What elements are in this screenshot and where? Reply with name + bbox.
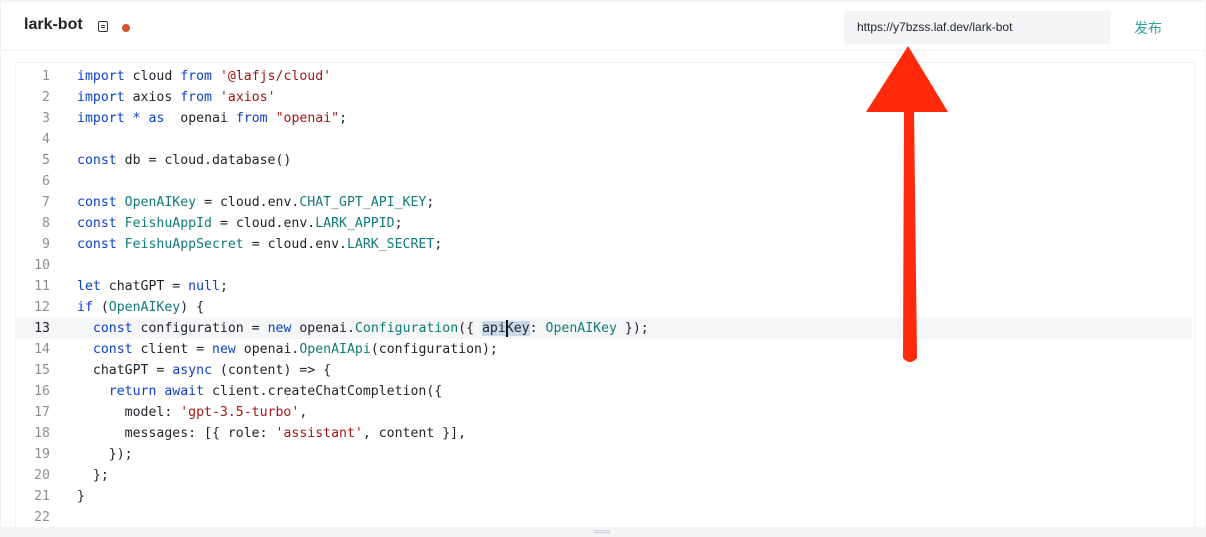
code-lines[interactable]: 1 import cloud from '@lafjs/cloud' 2 import… — [16, 66, 1192, 528]
code-line[interactable]: 7 const OpenAIKey = cloud.env.CHAT_GPT_AP… — [16, 192, 1192, 213]
editor-header: lark-bot https://y7bzss.laf.dev/lark-bot… — [1, 2, 1205, 51]
code-line[interactable]: 5 const db = cloud.database() — [16, 150, 1192, 171]
code-line[interactable]: 22 — [16, 507, 1192, 528]
line-number: 2 — [42, 90, 50, 105]
line-number: 3 — [42, 111, 50, 126]
arrow-head — [866, 46, 948, 112]
line-number: 4 — [42, 132, 50, 147]
line-code[interactable]: import cloud from '@lafjs/cloud' — [77, 66, 331, 87]
line-number: 21 — [34, 489, 50, 504]
code-line[interactable]: 8 const FeishuAppId = cloud.env.LARK_APPI… — [16, 213, 1192, 234]
document-icon[interactable] — [98, 21, 108, 32]
line-number: 8 — [42, 216, 50, 231]
code-line[interactable]: 19 }); — [16, 444, 1192, 465]
unsaved-indicator — [122, 24, 130, 32]
code-line[interactable]: 2 import axios from 'axios' — [16, 87, 1192, 108]
text-cursor — [506, 320, 508, 337]
line-number: 19 — [34, 447, 50, 462]
code-editor[interactable]: 1 import cloud from '@lafjs/cloud' 2 import… — [15, 62, 1195, 534]
resize-grip-icon[interactable] — [594, 530, 610, 533]
line-code[interactable]: let chatGPT = null; — [77, 276, 228, 297]
line-number: 9 — [42, 237, 50, 252]
code-line[interactable]: 15 chatGPT = async (content) => { — [16, 360, 1192, 381]
line-number: 11 — [34, 279, 50, 294]
line-number: 12 — [34, 300, 50, 315]
code-line[interactable]: 12 if (OpenAIKey) { — [16, 297, 1192, 318]
line-code[interactable]: const FeishuAppSecret = cloud.env.LARK_S… — [77, 234, 442, 255]
line-number: 22 — [34, 510, 50, 525]
line-code[interactable]: const OpenAIKey = cloud.env.CHAT_GPT_API… — [77, 192, 434, 213]
line-code[interactable]: const FeishuAppId = cloud.env.LARK_APPID… — [77, 213, 403, 234]
code-line[interactable]: 16 return await client.createChatComplet… — [16, 381, 1192, 402]
line-number: 16 — [34, 384, 50, 399]
line-number: 6 — [42, 174, 50, 189]
code-line[interactable]: 9 const FeishuAppSecret = cloud.env.LARK_… — [16, 234, 1192, 255]
line-code[interactable]: import axios from 'axios' — [77, 87, 276, 108]
code-line[interactable]: 3 import * as openai from "openai"; — [16, 108, 1192, 129]
code-line[interactable]: 4 — [16, 129, 1192, 150]
line-code[interactable]: const db = cloud.database() — [77, 150, 291, 171]
code-line[interactable]: 13 const configuration = new openai.Conf… — [16, 318, 1192, 339]
line-code[interactable]: const client = new openai.OpenAIApi(conf… — [77, 339, 498, 360]
line-code[interactable]: messages: [{ role: 'assistant', content … — [77, 423, 466, 444]
code-line[interactable]: 6 — [16, 171, 1192, 192]
code-line[interactable]: 21} — [16, 486, 1192, 507]
line-number: 1 — [42, 69, 50, 84]
code-line[interactable]: 10 — [16, 255, 1192, 276]
arrow-shaft — [903, 108, 917, 362]
line-number: 10 — [34, 258, 50, 273]
line-number: 15 — [34, 363, 50, 378]
code-line[interactable]: 11 let chatGPT = null; — [16, 276, 1192, 297]
red-arrow-annotation — [866, 46, 948, 362]
line-number: 20 — [34, 468, 50, 483]
line-code[interactable]: if (OpenAIKey) { — [77, 297, 204, 318]
line-number: 14 — [34, 342, 50, 357]
line-code[interactable]: }); — [77, 444, 133, 465]
code-line[interactable]: 17 model: 'gpt-3.5-turbo', — [16, 402, 1192, 423]
line-number: 5 — [42, 153, 50, 168]
line-code[interactable]: }; — [77, 465, 109, 486]
code-line[interactable]: 18 messages: [{ role: 'assistant', conte… — [16, 423, 1192, 444]
line-code[interactable]: chatGPT = async (content) => { — [77, 360, 331, 381]
line-number: 17 — [34, 405, 50, 420]
function-editor-panel: lark-bot https://y7bzss.laf.dev/lark-bot… — [0, 2, 1205, 537]
file-name: lark-bot — [24, 16, 83, 33]
line-code[interactable]: } — [77, 486, 85, 507]
line-code[interactable]: return await client.createChatCompletion… — [77, 381, 442, 402]
line-number: 7 — [42, 195, 50, 210]
line-number: 18 — [34, 426, 50, 441]
line-code[interactable]: import * as openai from "openai"; — [77, 108, 347, 129]
publish-button[interactable]: 发布 — [1134, 18, 1162, 38]
line-code[interactable]: const configuration = new openai.Configu… — [77, 318, 649, 339]
code-line[interactable]: 20 }; — [16, 465, 1192, 486]
code-line[interactable]: 1 import cloud from '@lafjs/cloud' — [16, 66, 1192, 87]
line-number: 13 — [34, 321, 50, 336]
line-code[interactable]: model: 'gpt-3.5-turbo', — [77, 402, 308, 423]
code-line[interactable]: 14 const client = new openai.OpenAIApi(c… — [16, 339, 1192, 360]
